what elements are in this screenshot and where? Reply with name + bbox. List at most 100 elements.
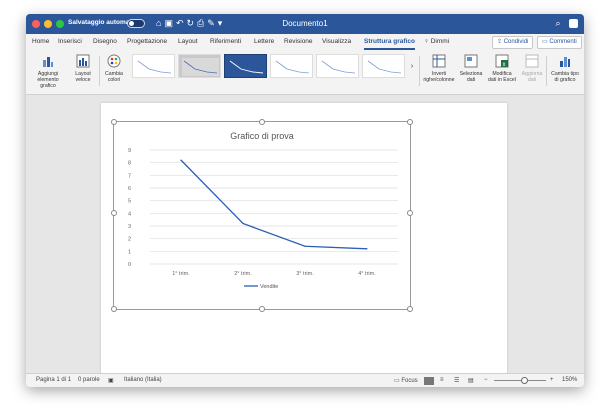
select-data-icon xyxy=(464,54,478,68)
outline-view-button[interactable]: ☰ xyxy=(454,377,459,384)
gallery-next-button[interactable]: › xyxy=(408,63,416,70)
quick-layout-icon xyxy=(76,54,90,68)
y-tick-label: 5 xyxy=(128,199,131,205)
y-tick-label: 3 xyxy=(128,224,131,230)
resize-handle[interactable] xyxy=(259,119,265,125)
tab-struttura-grafico[interactable]: Struttura grafico xyxy=(364,38,415,50)
chart-style-thumbnail xyxy=(182,58,219,76)
chart-legend[interactable]: Vendite xyxy=(244,284,278,290)
status-bar: Pagina 1 di 1 0 parole ▣ Italiano (Itali… xyxy=(26,373,584,387)
zoom-slider[interactable] xyxy=(494,380,546,381)
tell-me[interactable]: ♀ Dimmi xyxy=(424,38,449,45)
y-tick-label: 9 xyxy=(128,148,131,154)
chart-style-3[interactable] xyxy=(224,54,267,78)
resize-handle[interactable] xyxy=(407,210,413,216)
resize-handle[interactable] xyxy=(111,306,117,312)
zoom-slider-thumb[interactable] xyxy=(521,377,528,384)
add-chart-element-icon xyxy=(43,57,53,67)
chart-style-4[interactable] xyxy=(270,54,313,78)
resize-handle[interactable] xyxy=(407,306,413,312)
tab-riferimenti[interactable]: Riferimenti xyxy=(210,38,241,45)
web-layout-view-button[interactable]: ≡ xyxy=(440,377,444,383)
chart-style-thumbnail xyxy=(229,60,264,74)
proofing-icon[interactable]: ▣ xyxy=(108,377,114,384)
document-title: Documento1 xyxy=(282,19,328,28)
resize-handle[interactable] xyxy=(407,119,413,125)
select-data-label-2: dati xyxy=(466,77,476,83)
word-count[interactable]: 0 parole xyxy=(78,377,100,383)
chart-style-2[interactable] xyxy=(178,54,221,78)
lightbulb-icon: ♀ xyxy=(424,38,429,45)
tab-layout[interactable]: Layout xyxy=(178,38,198,45)
tab-disegno[interactable]: Disegno xyxy=(93,38,117,45)
focus-label: Focus xyxy=(401,378,418,384)
resize-handle[interactable] xyxy=(259,306,265,312)
comments-button[interactable]: ▭ Commenti xyxy=(537,36,582,49)
print-layout-view-button[interactable] xyxy=(424,377,434,385)
switch-row-column-icon xyxy=(432,54,446,68)
x-axis-tick-labels: 1° trim. 2° trim. 3° trim. 4° trim. xyxy=(172,271,376,277)
tell-me-label: Dimmi xyxy=(430,38,450,45)
palette-icon xyxy=(107,54,121,68)
ribbon-separator xyxy=(546,56,547,86)
change-chart-type-icon xyxy=(560,57,570,67)
data-point xyxy=(242,222,244,225)
change-chart-type-label-2: di grafico xyxy=(554,77,576,83)
chevron-right-icon: › xyxy=(410,63,414,70)
ribbon-tabs: Home Inserisci Disegno Progettazione Lay… xyxy=(26,34,584,50)
y-tick-label: 2 xyxy=(128,237,131,243)
y-axis-tick-labels: 0 1 2 3 4 5 6 7 8 9 xyxy=(128,148,131,268)
focus-button[interactable]: ▭ Focus xyxy=(394,377,418,384)
zoom-level[interactable]: 150% xyxy=(562,377,577,383)
edit-data-label-2: dati in Excel xyxy=(488,77,516,83)
excel-icon: x xyxy=(495,54,509,68)
title-bar: Salvataggio automatico ⌂▣↶↻⎙✎▾ Documento… xyxy=(26,14,584,34)
edit-data-excel-button[interactable]: x Modifica dati in Excel xyxy=(486,54,518,83)
tab-home[interactable]: Home xyxy=(32,38,49,45)
share-button[interactable]: ⇪ Condividi xyxy=(492,36,534,49)
share-label: Condividi xyxy=(503,39,529,45)
svg-text:x: x xyxy=(503,62,506,68)
tab-revisione[interactable]: Revisione xyxy=(284,38,313,45)
draft-view-button[interactable]: ▤ xyxy=(468,377,474,384)
refresh-data-icon xyxy=(525,54,539,68)
data-point xyxy=(304,245,306,247)
change-colors-button[interactable]: Cambia colori xyxy=(102,54,126,83)
change-chart-type-button[interactable]: Cambia tipo di grafico xyxy=(548,54,582,83)
quick-layout-label-2: veloce xyxy=(75,77,91,83)
user-icon[interactable] xyxy=(569,19,578,29)
switch-row-column-button[interactable]: Inverti righe/colonne xyxy=(422,54,456,83)
switch-row-column-label-2: righe/colonne xyxy=(423,77,455,83)
x-tick-label: 3° trim. xyxy=(296,271,314,277)
search-icon[interactable]: ⌕ xyxy=(555,18,560,28)
page-count[interactable]: Pagina 1 di 1 xyxy=(36,377,71,383)
x-tick-label: 1° trim. xyxy=(172,271,190,277)
comment-icon: ▭ xyxy=(542,39,548,45)
series-line xyxy=(180,159,368,250)
chart-style-5[interactable] xyxy=(316,54,359,78)
zoom-in-button[interactable]: + xyxy=(550,377,554,383)
zoom-out-button[interactable]: − xyxy=(484,377,488,383)
resize-handle[interactable] xyxy=(111,210,117,216)
ribbon-separator xyxy=(99,56,100,86)
ribbon: Aggiungi elemento grafico Layout veloce … xyxy=(26,50,584,95)
chart-style-6[interactable] xyxy=(362,54,405,78)
quick-layout-button[interactable]: Layout veloce xyxy=(71,54,95,83)
x-tick-label: 2° trim. xyxy=(234,271,252,277)
chart-style-1[interactable] xyxy=(132,54,175,78)
tab-progettazione[interactable]: Progettazione xyxy=(127,38,167,45)
language-status[interactable]: Italiano (Italia) xyxy=(124,377,162,383)
refresh-data-button[interactable]: Aggiorna dati xyxy=(520,54,544,83)
chart-style-thumbnail xyxy=(275,60,310,74)
select-data-button[interactable]: Seleziona dati xyxy=(458,54,484,83)
add-chart-element-button[interactable]: Aggiungi elemento grafico xyxy=(30,54,66,89)
resize-handle[interactable] xyxy=(111,119,117,125)
y-tick-label: 4 xyxy=(128,211,131,217)
y-tick-label: 1 xyxy=(128,249,131,255)
chart-title[interactable]: Grafico di prova xyxy=(230,131,294,141)
tab-visualizza[interactable]: Visualizza xyxy=(322,38,351,45)
tab-inserisci[interactable]: Inserisci xyxy=(58,38,82,45)
chart-object[interactable]: Grafico di prova 0 1 2 3 4 5 6 7 8 9 1° trim. 2° t… xyxy=(111,119,413,312)
x-tick-label: 4° trim. xyxy=(358,271,376,277)
tab-lettere[interactable]: Lettere xyxy=(254,38,274,45)
